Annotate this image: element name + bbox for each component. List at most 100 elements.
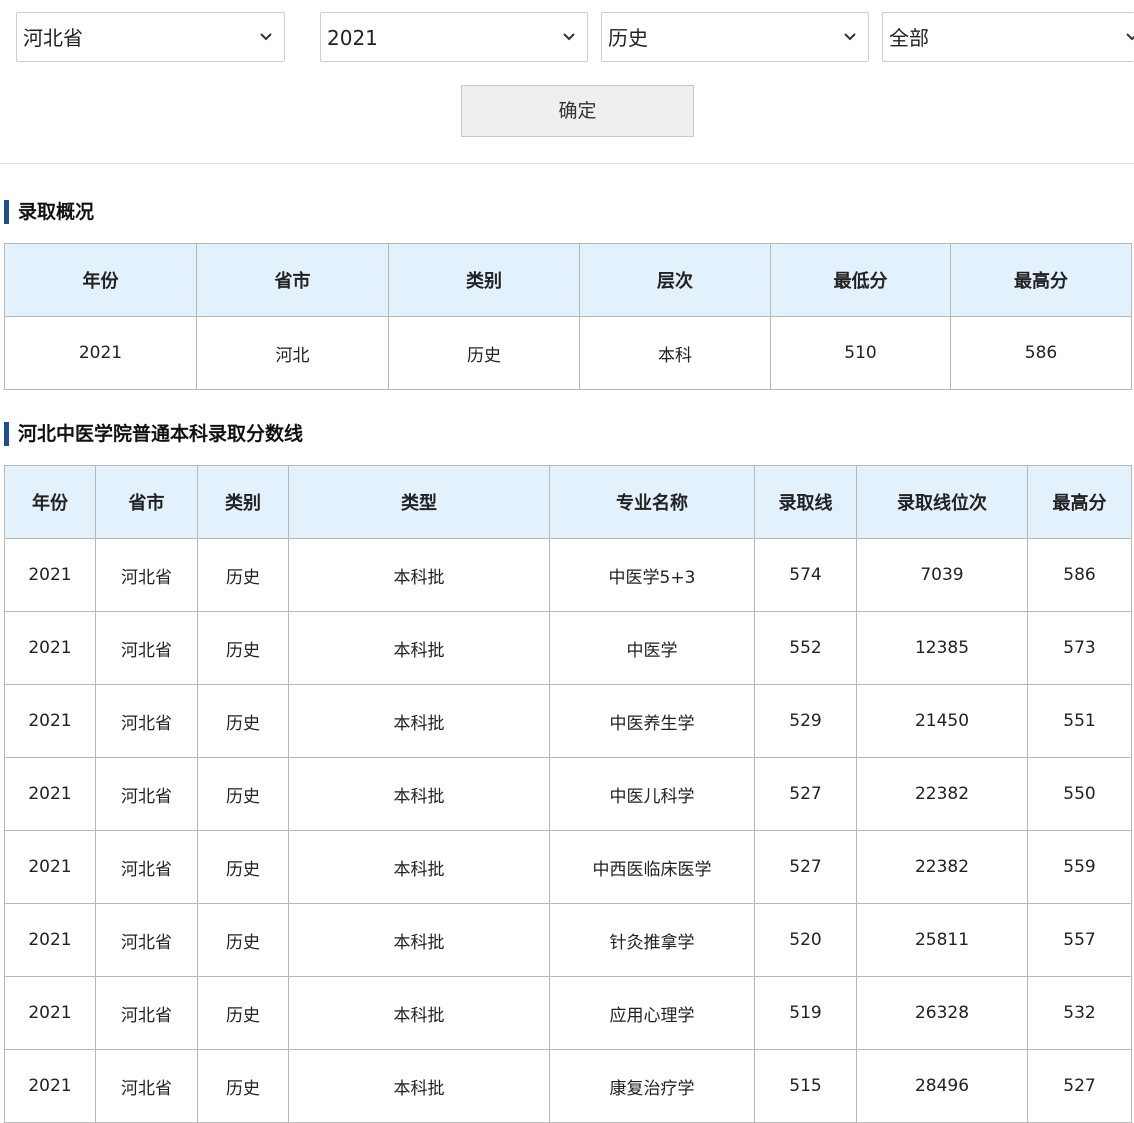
table-cell: 527 (1027, 1049, 1132, 1123)
table-cell: 2021 (4, 316, 197, 390)
table-cell: 中西医临床医学 (549, 830, 755, 904)
table-cell: 527 (754, 757, 857, 831)
table-row: 2021 河北省 历史 本科批 中西医临床医学 527 22382 559 (4, 830, 1132, 904)
summary-header-cell: 省市 (196, 243, 389, 317)
table-cell: 历史 (197, 684, 289, 758)
batch-select[interactable]: 全部 (882, 12, 1134, 62)
table-cell: 552 (754, 611, 857, 685)
summary-section-title: 录取概况 (4, 200, 94, 224)
table-cell: 586 (1027, 538, 1132, 612)
table-cell: 康复治疗学 (549, 1049, 755, 1123)
table-cell: 2021 (4, 611, 96, 685)
table-row: 2021 河北 历史 本科 510 586 (4, 316, 1132, 390)
scores-section-title: 河北中医学院普通本科录取分数线 (4, 422, 303, 446)
table-cell: 中医学5+3 (549, 538, 755, 612)
table-cell: 2021 (4, 976, 96, 1050)
table-cell: 532 (1027, 976, 1132, 1050)
table-cell: 26328 (856, 976, 1028, 1050)
table-cell: 519 (754, 976, 857, 1050)
table-cell: 22382 (856, 830, 1028, 904)
table-cell: 21450 (856, 684, 1028, 758)
summary-header-cell: 最高分 (950, 243, 1132, 317)
table-cell: 中医儿科学 (549, 757, 755, 831)
province-select-value: 河北省 (23, 26, 83, 50)
chevron-down-icon (1126, 33, 1134, 41)
table-cell: 586 (950, 316, 1132, 390)
scores-header-cell: 类别 (197, 465, 289, 539)
table-cell: 历史 (197, 830, 289, 904)
summary-header-cell: 类别 (388, 243, 580, 317)
table-row: 2021 河北省 历史 本科批 针灸推拿学 520 25811 557 (4, 903, 1132, 977)
summary-table: 年份 省市 类别 层次 最低分 最高分 2021 河北 历史 本科 510 58… (4, 243, 1132, 390)
table-cell: 510 (770, 316, 951, 390)
table-cell: 本科 (579, 316, 771, 390)
table-cell: 7039 (856, 538, 1028, 612)
subject-select-value: 历史 (608, 26, 648, 50)
table-cell: 河北省 (95, 684, 198, 758)
chevron-down-icon (563, 33, 575, 41)
table-cell: 历史 (388, 316, 580, 390)
chevron-down-icon (260, 33, 272, 41)
table-cell: 573 (1027, 611, 1132, 685)
table-cell: 历史 (197, 611, 289, 685)
table-cell: 历史 (197, 903, 289, 977)
table-cell: 551 (1027, 684, 1132, 758)
table-cell: 2021 (4, 538, 96, 612)
table-cell: 本科批 (288, 684, 550, 758)
scores-title-text: 河北中医学院普通本科录取分数线 (18, 423, 304, 445)
table-cell: 527 (754, 830, 857, 904)
table-cell: 2021 (4, 903, 96, 977)
table-row: 2021 河北省 历史 本科批 中医儿科学 527 22382 550 (4, 757, 1132, 831)
year-select-value: 2021 (327, 26, 378, 50)
scores-header-cell: 年份 (4, 465, 96, 539)
table-cell: 河北省 (95, 538, 198, 612)
table-cell: 应用心理学 (549, 976, 755, 1050)
province-select[interactable]: 河北省 (16, 12, 285, 62)
table-cell: 22382 (856, 757, 1028, 831)
confirm-button[interactable]: 确定 (461, 85, 694, 137)
table-cell: 本科批 (288, 976, 550, 1050)
scores-header-cell: 录取线位次 (856, 465, 1028, 539)
batch-select-value: 全部 (889, 26, 929, 50)
table-cell: 550 (1027, 757, 1132, 831)
table-cell: 历史 (197, 976, 289, 1050)
scores-header-cell: 类型 (288, 465, 550, 539)
table-cell: 河北省 (95, 976, 198, 1050)
scores-header-cell: 录取线 (754, 465, 857, 539)
scores-table-body: 2021 河北省 历史 本科批 中医学5+3 574 7039 586 2021 河北省 历史 本科批… (4, 538, 1132, 1123)
table-row: 2021 河北省 历史 本科批 中医学5+3 574 7039 586 (4, 538, 1132, 612)
title-accent-bar (4, 200, 9, 224)
table-cell: 28496 (856, 1049, 1028, 1123)
divider (0, 163, 1134, 164)
table-row: 2021 河北省 历史 本科批 应用心理学 519 26328 532 (4, 976, 1132, 1050)
table-cell: 2021 (4, 757, 96, 831)
table-cell: 本科批 (288, 903, 550, 977)
table-row: 2021 河北省 历史 本科批 中医学 552 12385 573 (4, 611, 1132, 685)
table-cell: 河北省 (95, 830, 198, 904)
year-select[interactable]: 2021 (320, 12, 588, 62)
table-cell: 本科批 (288, 538, 550, 612)
table-cell: 574 (754, 538, 857, 612)
table-cell: 历史 (197, 1049, 289, 1123)
filter-bar: 河北省 2021 历史 全部 (0, 12, 1134, 64)
summary-header-cell: 最低分 (770, 243, 951, 317)
subject-select[interactable]: 历史 (601, 12, 869, 62)
table-cell: 中医学 (549, 611, 755, 685)
title-accent-bar (4, 422, 9, 446)
table-cell: 515 (754, 1049, 857, 1123)
table-cell: 河北省 (95, 1049, 198, 1123)
table-cell: 河北省 (95, 903, 198, 977)
table-cell: 针灸推拿学 (549, 903, 755, 977)
summary-header-cell: 层次 (579, 243, 771, 317)
table-cell: 557 (1027, 903, 1132, 977)
table-cell: 本科批 (288, 757, 550, 831)
table-cell: 529 (754, 684, 857, 758)
table-cell: 本科批 (288, 611, 550, 685)
scores-header-row: 年份 省市 类别 类型 专业名称 录取线 录取线位次 最高分 (4, 465, 1132, 539)
scores-header-cell: 省市 (95, 465, 198, 539)
table-cell: 12385 (856, 611, 1028, 685)
scores-table: 年份 省市 类别 类型 专业名称 录取线 录取线位次 最高分 2021 河北省 历史… (4, 465, 1132, 1123)
table-cell: 河北省 (95, 611, 198, 685)
scores-header-cell: 最高分 (1027, 465, 1132, 539)
table-cell: 历史 (197, 757, 289, 831)
